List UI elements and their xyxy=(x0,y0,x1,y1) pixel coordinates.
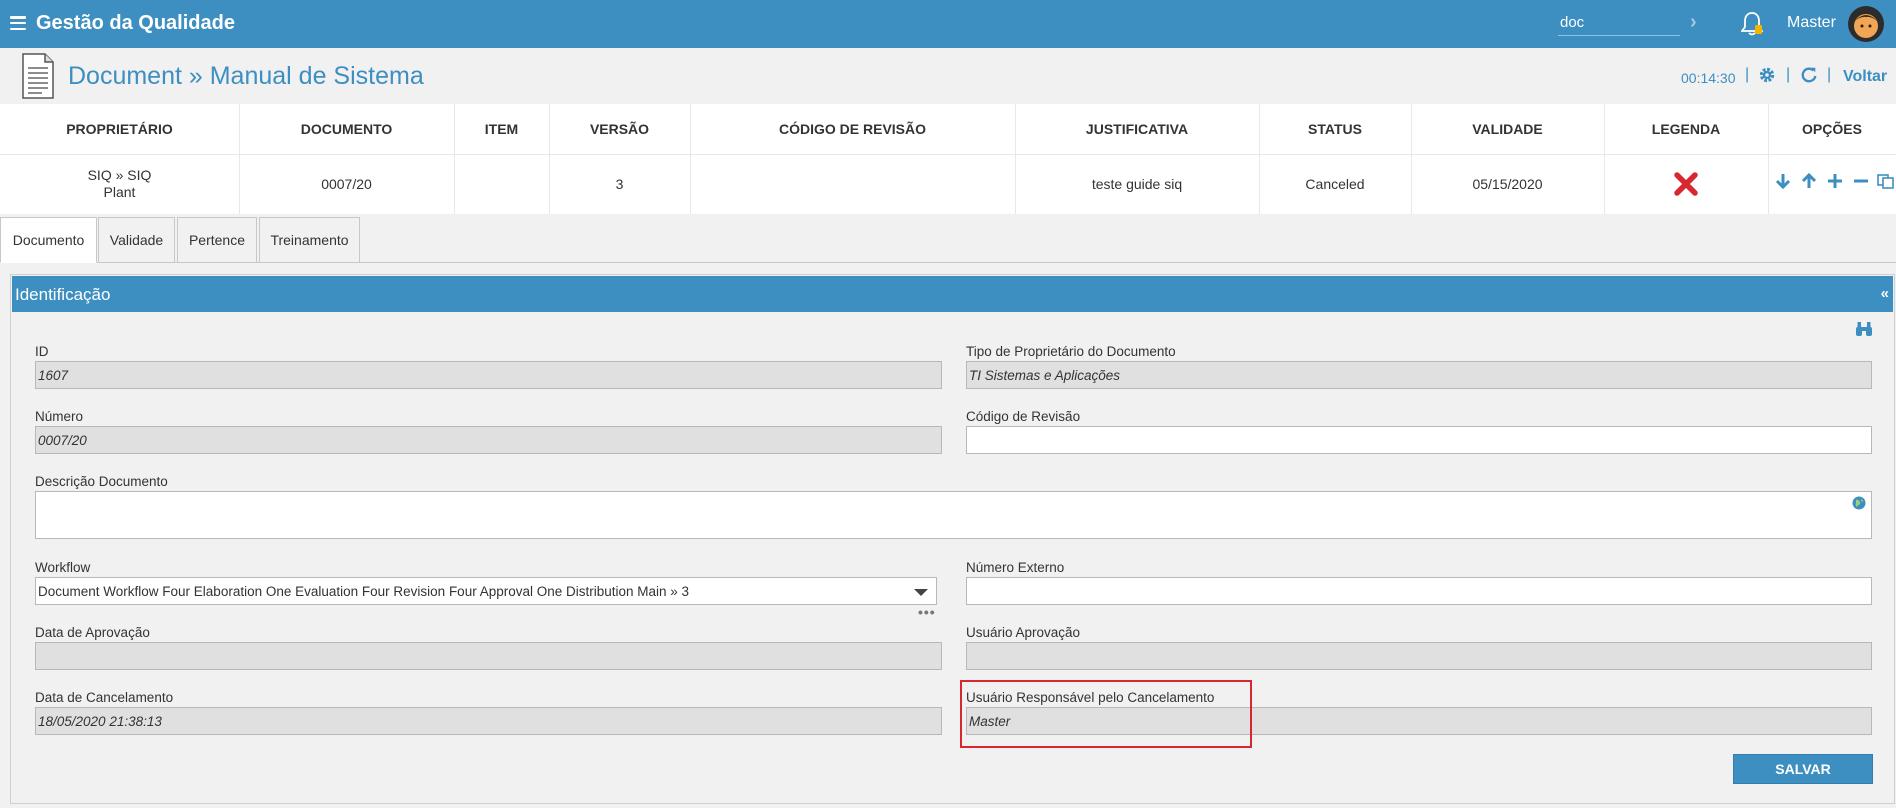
gear-icon[interactable] xyxy=(1758,66,1776,84)
column-header[interactable]: PROPRIETÁRIO xyxy=(0,104,239,154)
highlight-box xyxy=(960,680,1252,748)
minus-icon[interactable] xyxy=(1853,172,1869,190)
external-number-label: Número Externo xyxy=(966,560,1065,575)
tab-documento[interactable]: Documento xyxy=(0,217,97,263)
page-title: Document » Manual de Sistema xyxy=(68,62,424,90)
refresh-icon[interactable] xyxy=(1800,66,1818,84)
save-button[interactable]: SALVAR xyxy=(1733,754,1873,784)
menu-icon[interactable] xyxy=(10,16,26,31)
id-label: ID xyxy=(35,344,49,359)
owner-line: Plant xyxy=(103,184,136,200)
revision-code-label: Código de Revisão xyxy=(966,409,1081,424)
description-label: Descrição Documento xyxy=(35,474,168,489)
avatar[interactable] xyxy=(1848,6,1884,42)
revision-code-field[interactable] xyxy=(966,426,1872,454)
panel-title: Identificação xyxy=(15,285,111,304)
app-title: Gestão da Qualidade xyxy=(36,12,235,34)
table-cell-document: 0007/20 xyxy=(321,175,372,192)
canceled-x-icon xyxy=(1674,172,1698,196)
separator: | xyxy=(1745,66,1750,83)
approval-date-field[interactable] xyxy=(35,642,942,670)
owner-type-field[interactable]: TI Sistemas e Aplicações xyxy=(966,361,1872,389)
workflow-label: Workflow xyxy=(35,560,91,575)
bell-icon[interactable] xyxy=(1741,11,1763,37)
table-cell-revision-code xyxy=(690,154,1015,214)
column-header[interactable]: DOCUMENTO xyxy=(239,104,454,154)
column-header[interactable]: JUSTIFICATIVA xyxy=(1015,104,1259,154)
collapse-icon[interactable]: « xyxy=(1881,285,1889,302)
table-cell-version: 3 xyxy=(615,175,624,192)
separator: | xyxy=(1786,66,1791,83)
panel-header: Identificação « xyxy=(12,276,1893,312)
plus-icon[interactable] xyxy=(1827,172,1843,190)
table-cell-item xyxy=(454,154,549,214)
workflow-select[interactable]: Document Workflow Four Elaboration One E… xyxy=(35,577,937,605)
number-field[interactable]: 0007/20 xyxy=(35,426,942,454)
column-header[interactable]: LEGENDA xyxy=(1604,104,1768,154)
workflow-selected-value: Document Workflow Four Elaboration One E… xyxy=(38,583,690,599)
copy-icon[interactable] xyxy=(1877,172,1895,190)
column-header[interactable]: VERSÃO xyxy=(549,104,690,154)
globe-icon[interactable] xyxy=(1852,496,1866,510)
description-field[interactable] xyxy=(35,491,1872,539)
cancel-date-field[interactable]: 18/05/2020 21:38:13 xyxy=(35,707,942,735)
number-label: Número xyxy=(35,409,84,424)
external-number-field[interactable] xyxy=(966,577,1872,605)
approval-user-label: Usuário Aprovação xyxy=(966,625,1081,640)
column-header[interactable]: OPÇÕES xyxy=(1768,104,1896,154)
tab-validade[interactable]: Validade xyxy=(98,217,175,263)
approval-date-label: Data de Aprovação xyxy=(35,625,150,640)
document-summary-table: PROPRIETÁRIO DOCUMENTO ITEM VERSÃO CÓDIG… xyxy=(0,104,1896,214)
chevron-right-icon[interactable]: › xyxy=(1690,11,1697,34)
table-cell-justification: teste guide siq xyxy=(1091,175,1183,192)
more-options-icon[interactable]: ••• xyxy=(918,604,936,620)
table-cell-status: Canceled xyxy=(1305,175,1365,192)
column-header[interactable]: CÓDIGO DE REVISÃO xyxy=(690,104,1015,154)
owner-type-label: Tipo de Proprietário do Documento xyxy=(966,344,1176,359)
arrow-up-icon[interactable] xyxy=(1801,172,1817,190)
column-header[interactable]: ITEM xyxy=(454,104,549,154)
top-bar: Gestão da Qualidade › Master xyxy=(0,0,1896,48)
back-button[interactable]: Voltar xyxy=(1843,68,1887,86)
cancel-date-label: Data de Cancelamento xyxy=(35,690,174,705)
search-input[interactable] xyxy=(1558,9,1680,36)
chevron-down-icon[interactable] xyxy=(914,589,928,596)
owner-line: SIQ » SIQ xyxy=(87,167,152,183)
tab-treinamento[interactable]: Treinamento xyxy=(259,217,360,263)
tab-pertence[interactable]: Pertence xyxy=(177,217,257,263)
table-cell-owner: SIQ » SIQ Plant xyxy=(0,154,239,214)
approval-user-field[interactable] xyxy=(966,642,1872,670)
separator: | xyxy=(1827,66,1832,83)
document-icon xyxy=(22,53,54,99)
table-cell-validity: 05/15/2020 xyxy=(1472,175,1543,192)
session-timer: 00:14:30 xyxy=(1681,70,1736,86)
table-cell-legend xyxy=(1604,154,1768,214)
column-header[interactable]: VALIDADE xyxy=(1411,104,1604,154)
user-name[interactable]: Master xyxy=(1787,14,1836,32)
id-field[interactable]: 1607 xyxy=(35,361,942,389)
binoculars-icon[interactable] xyxy=(1855,321,1873,337)
column-header[interactable]: STATUS xyxy=(1259,104,1411,154)
arrow-down-icon[interactable] xyxy=(1775,172,1791,190)
